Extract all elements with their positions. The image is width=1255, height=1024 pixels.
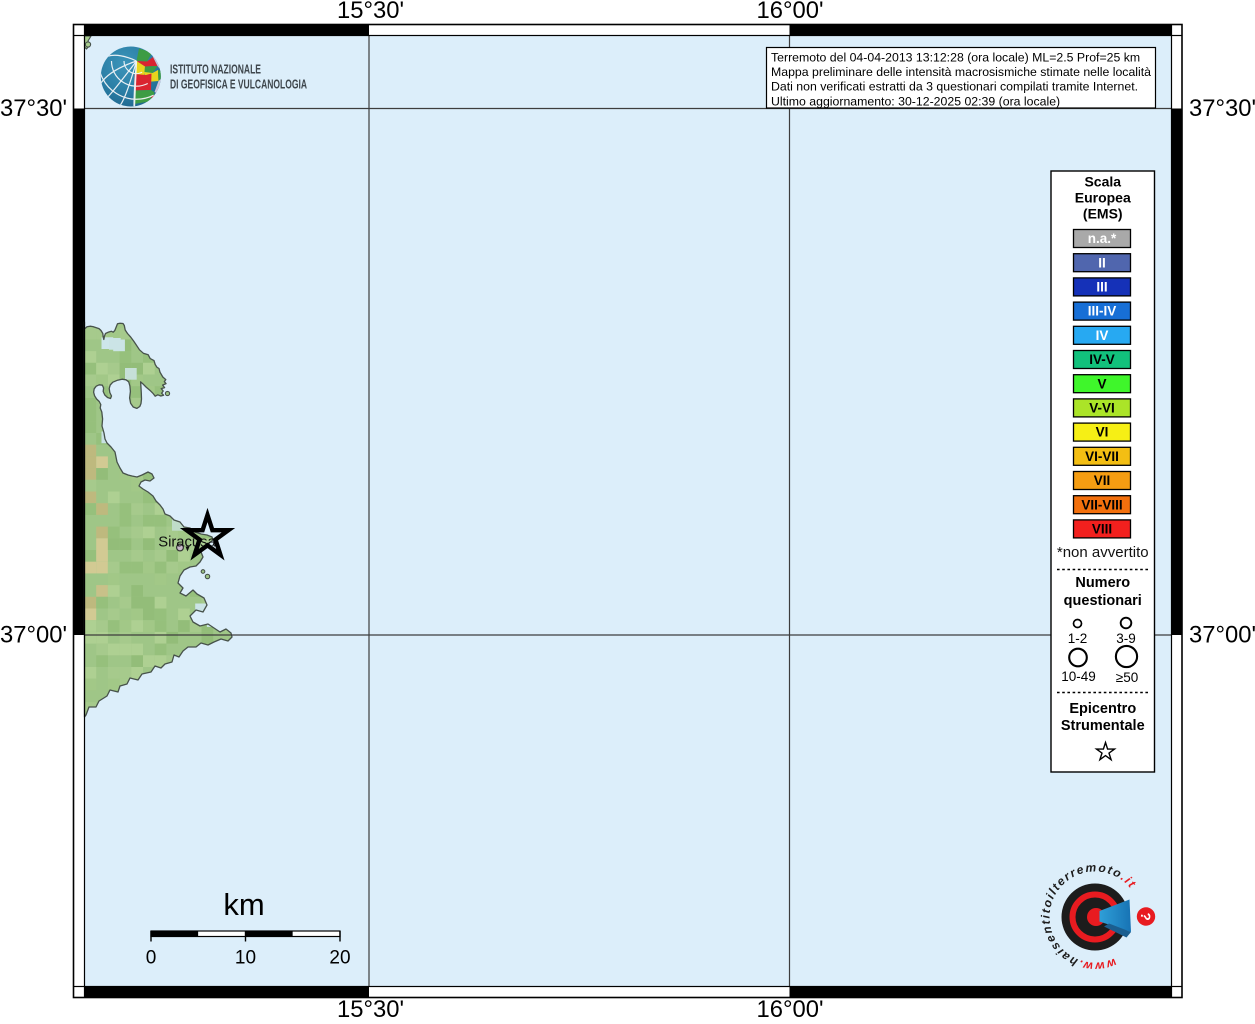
svg-text:V: V <box>1097 376 1106 391</box>
svg-text:Dati non verificati estratti d: Dati non verificati estratti da 3 questi… <box>771 80 1138 94</box>
svg-text:37°30': 37°30' <box>0 95 67 122</box>
svg-text:*non avvertito: *non avvertito <box>1057 544 1149 561</box>
svg-text:10: 10 <box>235 948 256 969</box>
svg-text:II: II <box>1098 255 1106 270</box>
svg-text:III: III <box>1096 280 1107 295</box>
svg-text:VII: VII <box>1094 473 1111 488</box>
svg-text:Epicentro: Epicentro <box>1069 701 1136 717</box>
svg-text:37°00': 37°00' <box>1189 622 1255 649</box>
svg-text:10-49: 10-49 <box>1061 669 1096 684</box>
svg-text:15°30': 15°30' <box>337 0 404 24</box>
svg-text:Europea: Europea <box>1075 190 1131 206</box>
svg-text:16°00': 16°00' <box>757 0 824 24</box>
svg-text:Scala: Scala <box>1084 174 1121 190</box>
svg-text:VIII: VIII <box>1092 522 1112 537</box>
svg-text:Mappa preliminare delle intens: Mappa preliminare delle intensità macros… <box>771 65 1151 79</box>
svg-text:V-VI: V-VI <box>1089 401 1115 416</box>
svg-text:Ultimo aggiornamento: 30-12-20: Ultimo aggiornamento: 30-12-2025 02:39 (… <box>771 94 1060 108</box>
svg-text:III-IV: III-IV <box>1088 304 1117 319</box>
svg-text:3-9: 3-9 <box>1116 631 1136 646</box>
svg-text:questionari: questionari <box>1064 593 1142 609</box>
svg-text:≥50: ≥50 <box>1116 670 1138 685</box>
svg-text:0: 0 <box>146 948 157 969</box>
svg-text:Terremoto del 04-04-2013 13:12: Terremoto del 04-04-2013 13:12:28 (ora l… <box>771 51 1140 65</box>
svg-text:ISTITUTO NAZIONALE: ISTITUTO NAZIONALE <box>170 63 261 77</box>
svg-text:VI: VI <box>1096 425 1109 440</box>
svg-text:DI GEOFISICA E VULCANOLOGIA: DI GEOFISICA E VULCANOLOGIA <box>170 77 307 91</box>
svg-text:16°00': 16°00' <box>757 996 824 1023</box>
svg-text:Strumentale: Strumentale <box>1061 718 1145 734</box>
svg-text:20: 20 <box>329 948 350 969</box>
svg-text:IV-V: IV-V <box>1089 352 1115 367</box>
svg-text:37°30': 37°30' <box>1189 95 1255 122</box>
svg-text:(EMS): (EMS) <box>1083 206 1123 222</box>
svg-text:n.a.*: n.a.* <box>1088 231 1117 246</box>
svg-text:VII-VIII: VII-VIII <box>1081 497 1122 512</box>
svg-text:km: km <box>223 887 264 922</box>
svg-text:Numero: Numero <box>1075 575 1130 591</box>
svg-text:37°00': 37°00' <box>0 622 67 649</box>
svg-text:15°30': 15°30' <box>337 996 404 1023</box>
svg-text:IV: IV <box>1096 328 1109 343</box>
svg-text:1-2: 1-2 <box>1068 631 1088 646</box>
svg-text:VI-VII: VI-VII <box>1085 449 1119 464</box>
